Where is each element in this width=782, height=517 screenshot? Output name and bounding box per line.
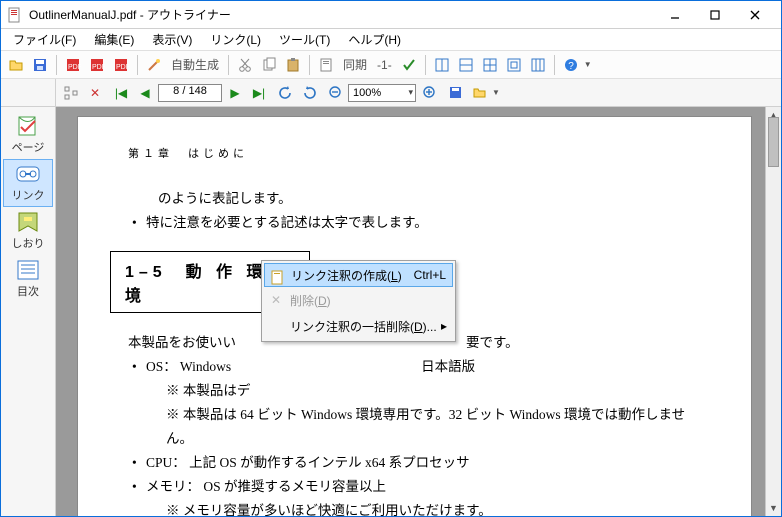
text-note: ※ 本製品はデ: [142, 379, 701, 403]
title-bar: OutlinerManualJ.pdf - アウトライナー: [1, 1, 781, 29]
check-icon[interactable]: [398, 54, 420, 76]
ctx-label: リンク注釈の一括削除(D)...: [290, 318, 437, 335]
pdf-icon-2[interactable]: PDF: [86, 54, 108, 76]
text-bullet: OS： Windows日本語版: [132, 355, 701, 379]
autogen-label[interactable]: 自動生成: [167, 56, 223, 73]
toolbar-main: PDF PDF PDF 自動生成 同期 -1- ? ▼: [1, 51, 781, 79]
page-input[interactable]: 8 / 148: [158, 84, 222, 102]
layout1-icon[interactable]: [431, 54, 453, 76]
pdf-icon-3[interactable]: PDF: [110, 54, 132, 76]
ctx-label: リンク注釈の作成(L): [291, 267, 402, 284]
first-page-icon[interactable]: |◀: [110, 82, 132, 104]
toc-icon: [15, 259, 41, 281]
submenu-arrow-icon: ▸: [441, 319, 447, 333]
sidebar: ページ リンク しおり 目次: [1, 107, 56, 516]
menu-view[interactable]: 表示(V): [144, 29, 200, 50]
app-icon: [7, 7, 23, 23]
layout5-icon[interactable]: [527, 54, 549, 76]
copy-icon[interactable]: [258, 54, 280, 76]
page-icon: [15, 115, 41, 137]
open-icon[interactable]: [5, 54, 27, 76]
paste-icon[interactable]: [282, 54, 304, 76]
maximize-button[interactable]: [695, 4, 735, 26]
scroll-down-icon[interactable]: ▼: [766, 500, 781, 516]
layout4-icon[interactable]: [503, 54, 525, 76]
tree-icon[interactable]: [60, 82, 82, 104]
minimize-button[interactable]: [655, 4, 695, 26]
save-small-icon[interactable]: [444, 82, 466, 104]
last-page-icon[interactable]: ▶|: [248, 82, 270, 104]
vertical-scrollbar[interactable]: ▲ ▼: [765, 107, 781, 516]
sync-doc-icon[interactable]: [315, 54, 337, 76]
prev-page-icon[interactable]: ◀: [134, 82, 156, 104]
svg-text:PDF: PDF: [116, 64, 129, 71]
x-icon: ✕: [267, 291, 285, 309]
close-button[interactable]: [735, 4, 775, 26]
help-icon[interactable]: ?: [560, 54, 582, 76]
chapter-head: 第１章 はじめに: [128, 145, 701, 161]
toolbar-nav: ✕ |◀ ◀ 8 / 148 ▶ ▶| 100% ▾ ▼: [1, 79, 781, 107]
ctx-bulk-delete[interactable]: リンク注釈の一括削除(D)... ▸: [264, 313, 453, 339]
text-bullet: CPU： 上記 OS が動作するインテル x64 系プロセッサ: [132, 451, 701, 475]
sidebar-item-link[interactable]: リンク: [3, 159, 53, 207]
bookmark-icon: [15, 211, 41, 233]
ctx-create-link[interactable]: リンク注釈の作成(L) Ctrl+L: [264, 263, 453, 287]
menu-edit[interactable]: 編集(E): [86, 29, 142, 50]
next-page-icon[interactable]: ▶: [224, 82, 246, 104]
help-dropdown-icon[interactable]: ▼: [584, 60, 592, 69]
zoom-out-icon[interactable]: [324, 82, 346, 104]
pdf-icon-1[interactable]: PDF: [62, 54, 84, 76]
page-indicator: -1-: [373, 58, 396, 72]
cut-icon[interactable]: [234, 54, 256, 76]
sidebar-item-bookmark[interactable]: しおり: [3, 207, 53, 255]
svg-text:PDF: PDF: [68, 64, 81, 71]
context-menu: リンク注釈の作成(L) Ctrl+L ✕ 削除(D) リンク注釈の一括削除(D)…: [261, 260, 456, 342]
zoom-value: 100%: [353, 87, 381, 99]
layout3-icon[interactable]: [479, 54, 501, 76]
delete-x-icon[interactable]: ✕: [84, 82, 106, 104]
rotate-ccw-icon[interactable]: [274, 82, 296, 104]
text-note: ※ 本製品は 64 ビット Windows 環境専用です。32 ビット Wind…: [142, 403, 701, 451]
rotate-cw-icon[interactable]: [298, 82, 320, 104]
scrollbar-thumb[interactable]: [768, 117, 779, 167]
open-dropdown-icon[interactable]: ▼: [492, 88, 500, 97]
zoom-select[interactable]: 100% ▾: [348, 84, 416, 102]
sidebar-item-toc[interactable]: 目次: [3, 255, 53, 303]
wand-icon[interactable]: [143, 54, 165, 76]
text-bullet: 特に注意を必要とする記述は太字で表します。: [132, 211, 701, 235]
text-bullet: メモリ： OS が推奨するメモリ容量以上: [132, 475, 701, 499]
svg-text:?: ?: [568, 61, 574, 72]
menu-file[interactable]: ファイル(F): [5, 29, 84, 50]
text-line: のように表記します。: [128, 187, 701, 211]
layout2-icon[interactable]: [455, 54, 477, 76]
sidebar-item-label: ページ: [12, 139, 45, 155]
menu-help[interactable]: ヘルプ(H): [340, 29, 409, 50]
link-icon: [15, 163, 41, 185]
menu-tool[interactable]: ツール(T): [271, 29, 338, 50]
sidebar-item-page[interactable]: ページ: [3, 111, 53, 159]
chevron-down-icon: ▾: [408, 87, 415, 98]
sync-label[interactable]: 同期: [339, 56, 371, 73]
section-number: 1–5: [125, 264, 167, 281]
window-title: OutlinerManualJ.pdf - アウトライナー: [29, 6, 655, 23]
svg-text:PDF: PDF: [92, 64, 105, 71]
sidebar-item-label: リンク: [12, 187, 45, 203]
doc-icon: [268, 268, 286, 286]
ctx-label: 削除(D): [290, 292, 331, 309]
zoom-in-icon[interactable]: [418, 82, 440, 104]
menu-bar: ファイル(F) 編集(E) 表示(V) リンク(L) ツール(T) ヘルプ(H): [1, 29, 781, 51]
ctx-accel: Ctrl+L: [404, 268, 446, 282]
sidebar-item-label: 目次: [17, 283, 39, 299]
menu-link[interactable]: リンク(L): [202, 29, 269, 50]
save-icon[interactable]: [29, 54, 51, 76]
ctx-delete: ✕ 削除(D): [264, 287, 453, 313]
sidebar-item-label: しおり: [12, 235, 45, 251]
text-note: ※ メモリ容量が多いほど快適にご利用いただけます。: [142, 499, 701, 516]
open-small-icon[interactable]: [468, 82, 490, 104]
